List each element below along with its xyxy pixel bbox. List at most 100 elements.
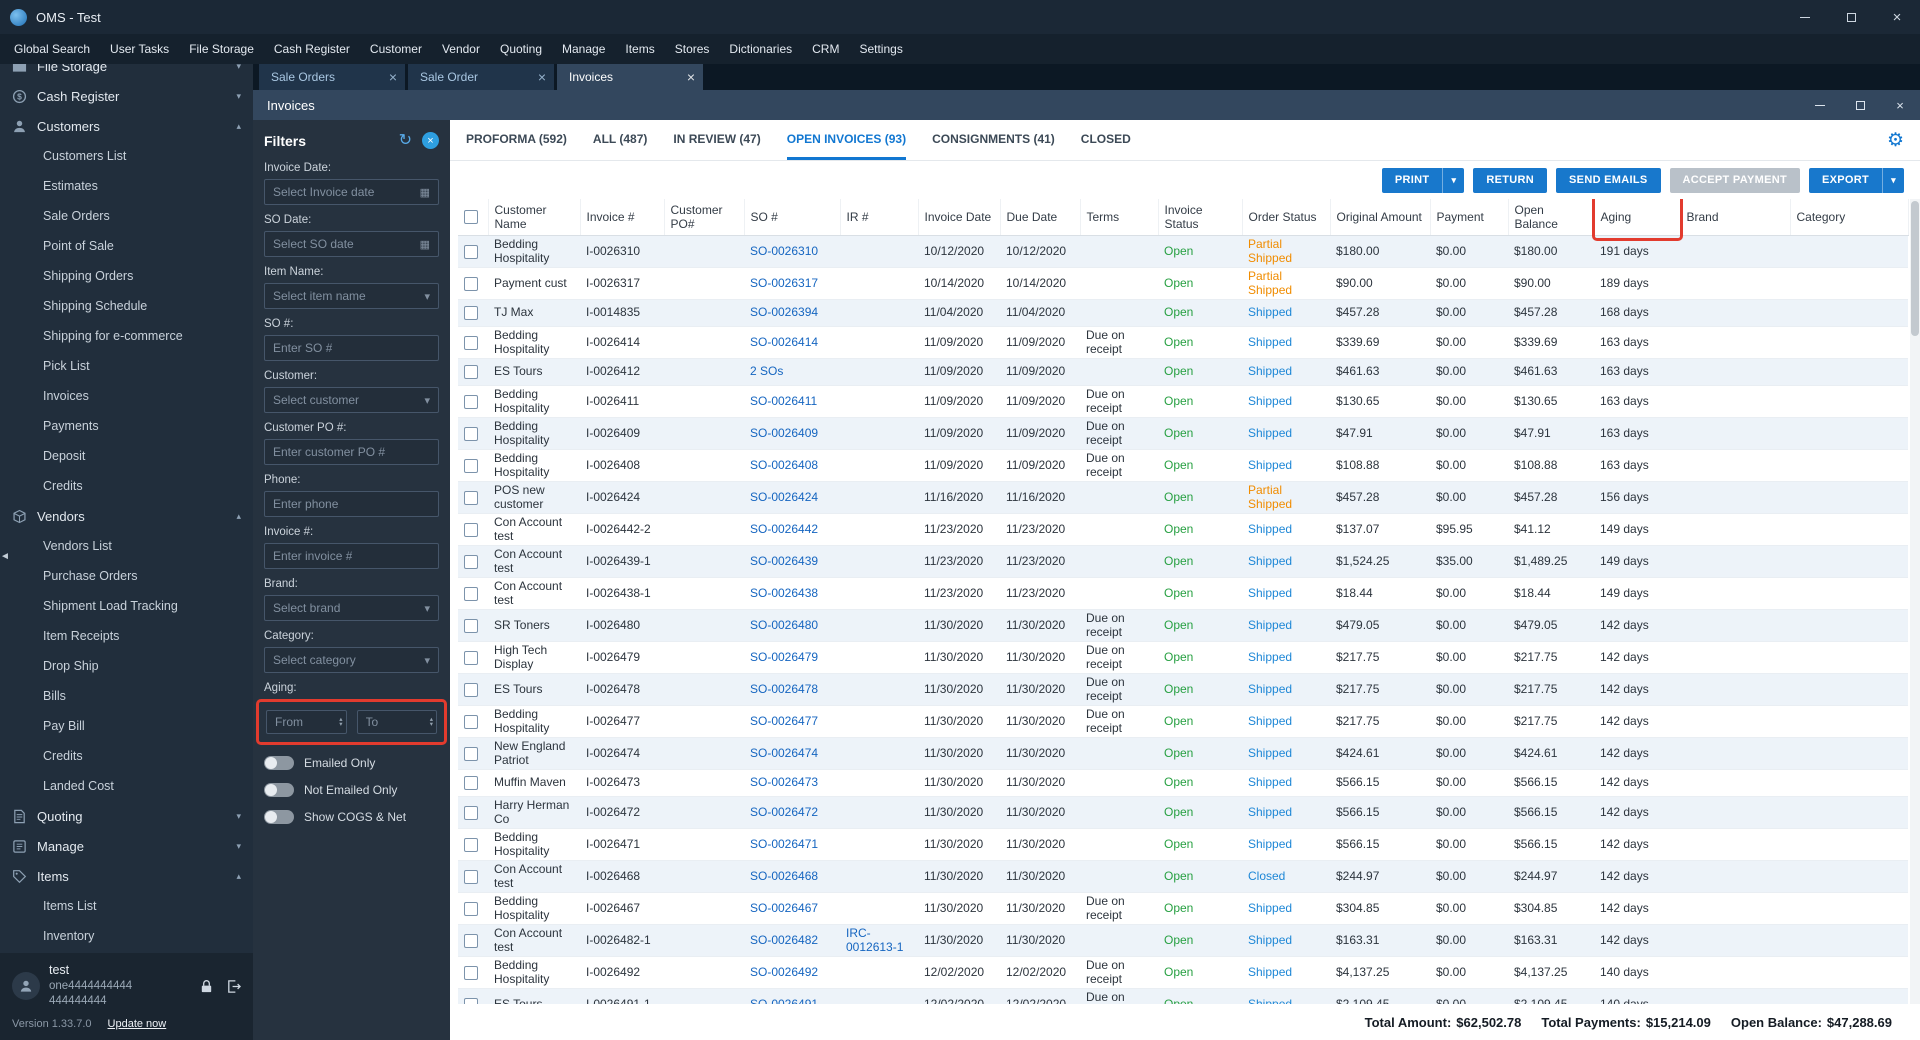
table-row[interactable]: New England Patriot I-0026474 SO-0026474 11… <box>458 737 1908 770</box>
table-row[interactable]: Con Account test I-0026482-1 SO-0026482 IRC… <box>458 924 1908 957</box>
column-header-invoice[interactable]: Invoice # <box>580 199 665 236</box>
sidebar-item-shipping-for-e-commerce[interactable]: Shipping for e-commerce <box>0 321 253 351</box>
so-number-link[interactable]: SO-0026471 <box>750 837 818 851</box>
filter-input-invoice-date[interactable]: Select Invoice date ▦ <box>264 179 439 205</box>
column-header-category[interactable]: Category <box>1790 199 1909 236</box>
table-row[interactable]: SR Toners I-0026480 SO-0026480 11/30/2020 11… <box>458 609 1908 642</box>
lock-icon[interactable] <box>199 979 214 994</box>
table-row[interactable]: Con Account test I-0026442-2 SO-0026442 11/… <box>458 514 1908 546</box>
menu-item-stores[interactable]: Stores <box>665 42 720 56</box>
so-number-link[interactable]: SO-0026479 <box>750 650 818 664</box>
column-header-customer-name[interactable]: Customer Name <box>488 199 581 236</box>
so-number-link[interactable]: SO-0026467 <box>750 901 818 915</box>
row-checkbox[interactable] <box>464 714 478 729</box>
filter-input-category[interactable]: Select category ▾ <box>264 647 439 673</box>
table-row[interactable]: Muffin Maven I-0026473 SO-0026473 11/30/202… <box>458 770 1908 797</box>
menu-item-global-search[interactable]: Global Search <box>4 42 100 56</box>
column-header-terms[interactable]: Terms <box>1080 199 1159 236</box>
not-emailed-only-toggle[interactable] <box>264 782 294 797</box>
column-header-invoice-status[interactable]: Invoice Status <box>1158 199 1243 236</box>
restore-button[interactable] <box>1828 0 1874 34</box>
sidebar-item-file-storage[interactable]: File Storage ▾ <box>0 64 253 81</box>
refresh-icon[interactable]: ↻ <box>399 132 412 149</box>
vertical-scrollbar[interactable] <box>1910 199 1920 1004</box>
row-checkbox[interactable] <box>464 554 478 569</box>
tab-in-review-47[interactable]: IN REVIEW (47) <box>673 120 760 160</box>
dropdown-caret-icon[interactable]: ▾ <box>1442 167 1464 193</box>
menu-item-file-storage[interactable]: File Storage <box>179 42 264 56</box>
sidebar-item-inventory[interactable]: Inventory <box>0 921 253 951</box>
row-checkbox[interactable] <box>464 837 478 852</box>
row-checkbox[interactable] <box>464 869 478 884</box>
so-number-link[interactable]: SO-0026492 <box>750 965 818 979</box>
row-checkbox[interactable] <box>464 394 478 409</box>
show-cogs-net-toggle[interactable] <box>264 809 294 824</box>
so-number-link[interactable]: SO-0026438 <box>750 586 818 600</box>
menu-item-crm[interactable]: CRM <box>802 42 849 56</box>
filter-input-so-date[interactable]: Select SO date ▦ <box>264 231 439 257</box>
column-header-open-balance[interactable]: Open Balance <box>1508 199 1595 236</box>
sidebar-item-sale-orders[interactable]: Sale Orders <box>0 201 253 231</box>
tab-open-invoices-93[interactable]: OPEN INVOICES (93) <box>786 120 907 160</box>
menu-item-user-tasks[interactable]: User Tasks <box>100 42 179 56</box>
row-checkbox[interactable] <box>464 306 478 320</box>
window-minimize-button[interactable] <box>1800 90 1840 120</box>
emailed-only-toggle[interactable] <box>264 755 294 770</box>
chevron-down-icon[interactable]: ▾ <box>424 654 430 667</box>
tab-proforma-592[interactable]: PROFORMA (592) <box>466 120 567 160</box>
sidebar-collapse-arrow-icon[interactable]: ◄ <box>0 551 10 562</box>
so-number-link[interactable]: SO-0026424 <box>750 490 818 504</box>
so-number-link[interactable]: SO-0026480 <box>750 618 818 632</box>
column-header-aging[interactable]: Aging <box>1591 199 1683 241</box>
update-now-link[interactable]: Update now <box>108 1018 167 1030</box>
menu-item-settings[interactable]: Settings <box>849 42 912 56</box>
menu-item-customer[interactable]: Customer <box>360 42 432 56</box>
so-number-link[interactable]: SO-0026310 <box>750 244 818 258</box>
settings-gear-icon[interactable]: ⚙ <box>1887 131 1904 150</box>
sidebar-item-vendors[interactable]: Vendors ▴ <box>0 501 253 531</box>
doc-tab-sale-order[interactable]: Sale Order × <box>408 64 554 90</box>
table-row[interactable]: TJ Max I-0014835 SO-0026394 11/04/2020 11/04… <box>458 299 1908 327</box>
sidebar-item-shipping-schedule[interactable]: Shipping Schedule <box>0 291 253 321</box>
menu-item-dictionaries[interactable]: Dictionaries <box>719 42 802 56</box>
filters-close-icon[interactable]: × <box>422 132 439 149</box>
so-number-link[interactable]: SO-0026408 <box>750 458 818 472</box>
sidebar-item-item-receipts[interactable]: Item Receipts <box>0 621 253 651</box>
row-checkbox[interactable] <box>464 365 478 379</box>
row-checkbox[interactable] <box>464 244 478 259</box>
menu-item-manage[interactable]: Manage <box>552 42 615 56</box>
table-row[interactable]: Bedding Hospitality I-0026310 SO-0026310 10… <box>458 235 1908 268</box>
table-row[interactable]: Bedding Hospitality I-0026409 SO-0026409 11… <box>458 417 1908 450</box>
sidebar-item-drop-ship[interactable]: Drop Ship <box>0 651 253 681</box>
so-number-link[interactable]: SO-0026478 <box>750 682 818 696</box>
so-number-link[interactable]: SO-0026411 <box>750 394 817 408</box>
table-row[interactable]: High Tech Display I-0026479 SO-0026479 11/3… <box>458 642 1908 674</box>
sidebar-item-items-list[interactable]: Items List <box>0 891 253 921</box>
so-number-link[interactable]: SO-0026477 <box>750 714 818 728</box>
so-number-link[interactable]: SO-0026474 <box>750 746 818 760</box>
table-row[interactable]: Bedding Hospitality I-0026477 SO-0026477 11… <box>458 706 1908 738</box>
filter-input-so[interactable]: Enter SO # <box>264 335 439 361</box>
sidebar-item-customers[interactable]: Customers ▴ <box>0 111 253 141</box>
table-row[interactable]: Con Account test I-0026439-1 SO-0026439 11/… <box>458 545 1908 578</box>
column-header-due-date[interactable]: Due Date <box>1000 199 1081 236</box>
row-checkbox[interactable] <box>464 522 478 537</box>
action-return-button[interactable]: RETURN <box>1473 167 1548 193</box>
column-header-customer-po[interactable]: Customer PO# <box>664 199 745 236</box>
so-number-link[interactable]: SO-0026317 <box>750 276 818 290</box>
column-header-order-status[interactable]: Order Status <box>1242 199 1331 236</box>
filter-input-customer-po[interactable]: Enter customer PO # <box>264 439 439 465</box>
row-checkbox[interactable] <box>464 805 478 820</box>
table-row[interactable]: POS new customer I-0026424 SO-0026424 11/16… <box>458 481 1908 514</box>
filter-input-invoice[interactable]: Enter invoice # <box>264 543 439 569</box>
so-number-link[interactable]: SO-0026468 <box>750 869 818 883</box>
close-icon[interactable]: × <box>538 69 546 85</box>
menu-item-quoting[interactable]: Quoting <box>490 42 552 56</box>
row-checkbox[interactable] <box>464 586 478 601</box>
select-all-checkbox[interactable] <box>464 210 478 224</box>
column-header-ir[interactable]: IR # <box>840 199 919 236</box>
filter-input-phone[interactable]: Enter phone <box>264 491 439 517</box>
table-row[interactable]: ES Tours I-0026478 SO-0026478 11/30/2020 11/… <box>458 673 1908 706</box>
table-row[interactable]: ES Tours I-0026412 2 SOs 11/09/2020 11/09/20… <box>458 358 1908 386</box>
calendar-icon[interactable]: ▦ <box>420 238 430 251</box>
